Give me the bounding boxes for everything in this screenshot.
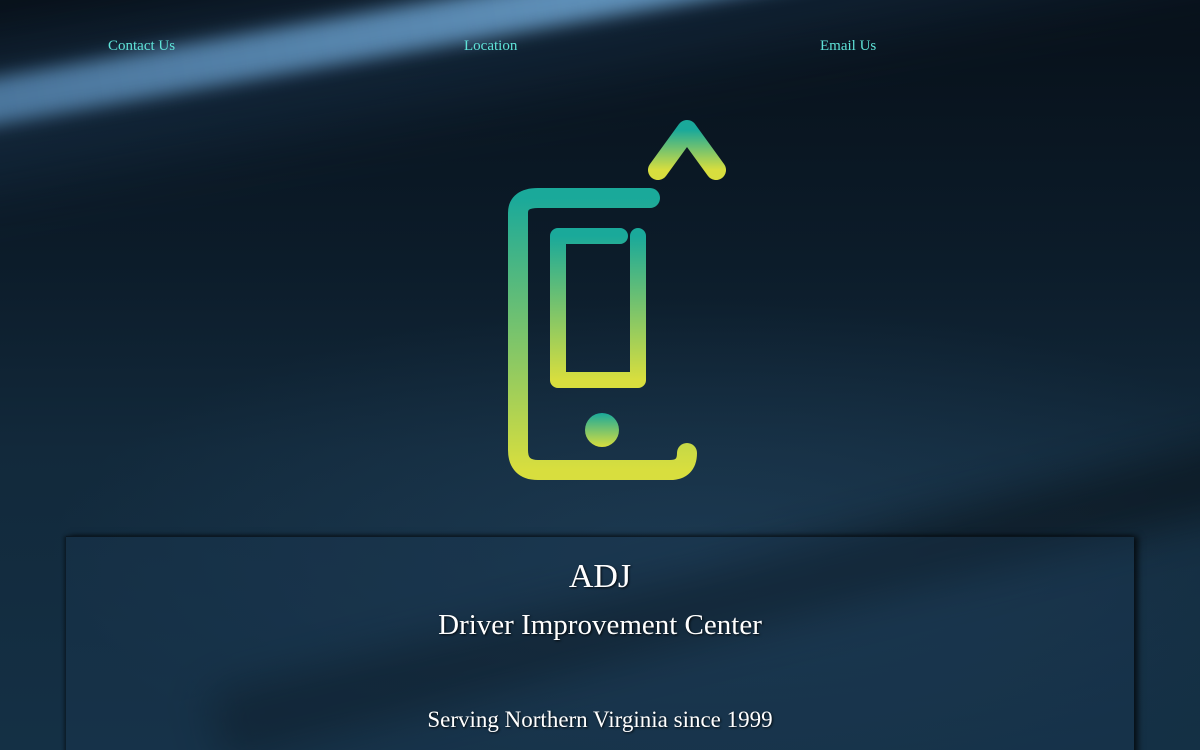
top-navigation: Contact Us Location Email Us: [0, 38, 1200, 60]
phone-with-up-arrow-icon: [508, 118, 726, 480]
page-title: ADJ: [568, 558, 632, 595]
logo: [500, 118, 740, 488]
hero-panel: ADJ Driver Improvement Center Serving No…: [66, 536, 1134, 750]
nav-link-contact-us[interactable]: Contact Us: [108, 38, 175, 55]
tagline: Serving Northern Virginia since 1999: [427, 707, 773, 732]
page-subtitle: Driver Improvement Center: [438, 609, 762, 641]
nav-link-email-us[interactable]: Email Us: [820, 38, 876, 55]
nav-link-location[interactable]: Location: [464, 38, 517, 55]
